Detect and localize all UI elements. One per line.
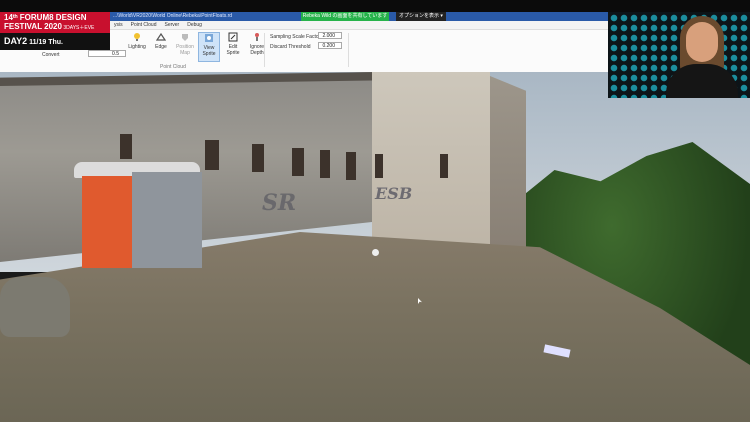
sampling-scale-label: Sampling Scale Factor xyxy=(270,34,321,40)
wall-window xyxy=(205,140,219,170)
event-title-line2: FESTIVAL 2020 3DAYS＋EVE xyxy=(4,22,94,31)
screen: ...\World\VR2020\World Online\Rebeka\Poi… xyxy=(0,0,750,422)
discard-threshold-label: Discard Threshold xyxy=(270,44,311,50)
edge-button[interactable]: Edge xyxy=(150,32,172,62)
edge-icon xyxy=(156,32,166,41)
presenter-body xyxy=(666,64,738,98)
graffiti-tag: ESB xyxy=(375,184,413,203)
wall-window xyxy=(252,144,264,172)
position-map-button-label: Position Map xyxy=(176,44,194,56)
menu-item-debug[interactable]: Debug xyxy=(187,21,202,29)
presenter-face xyxy=(686,22,718,62)
edge-button-label: Edge xyxy=(155,44,167,50)
wall-window xyxy=(120,134,132,159)
event-day-label: DAY2 xyxy=(4,36,28,46)
graffiti-tag: SR xyxy=(262,190,297,216)
event-festival-text: FESTIVAL 2020 xyxy=(4,22,62,31)
tower-window xyxy=(440,154,448,178)
fortress-tower xyxy=(372,72,490,257)
edit-sprite-icon xyxy=(228,32,238,42)
edit-sprite-button[interactable]: Edit Sprite xyxy=(222,32,244,62)
wall-window xyxy=(320,150,330,178)
menu-bar: ysis Point Cloud Server Debug xyxy=(110,21,608,30)
ribbon-separator xyxy=(264,33,265,67)
portable-toilet-orange xyxy=(82,176,132,268)
event-badge: 14ᵗʰ FORUM8 DESIGN FESTIVAL 2020 3DAYS＋E… xyxy=(0,12,110,50)
focus-marker xyxy=(372,249,379,256)
view-sprite-icon xyxy=(205,34,213,42)
discard-threshold-input[interactable]: 0.200 xyxy=(318,42,342,49)
top-strip xyxy=(0,0,750,12)
menu-item-server[interactable]: Server xyxy=(164,21,179,29)
wall-window xyxy=(346,152,356,180)
event-day-banner: DAY2 11/19 Thu. xyxy=(0,33,110,50)
view-sprite-button[interactable]: View Sprite xyxy=(198,32,220,62)
tower-window xyxy=(375,154,383,178)
view-sprite-button-label: View Sprite xyxy=(202,45,216,57)
point-cloud-viewport[interactable]: ESB SR xyxy=(0,72,750,422)
window-title-path: ...\World\VR2020\World Online\Rebeka\Poi… xyxy=(113,13,233,19)
wall-window xyxy=(292,148,304,176)
menu-item-point-cloud[interactable]: Point Cloud xyxy=(131,21,157,29)
event-title-line1: 14ᵗʰ FORUM8 DESIGN xyxy=(4,13,87,22)
position-map-button[interactable]: Position Map xyxy=(174,32,196,62)
screen-share-text: Rebeka Wild の画面を共有しています xyxy=(302,13,388,19)
sampling-scale-input[interactable]: 2.000 xyxy=(318,32,342,39)
point-cloud-group-label: Point Cloud xyxy=(160,64,186,70)
event-date-label: 11/19 Thu. xyxy=(27,39,63,46)
menu-item-analysis[interactable]: ysis xyxy=(114,21,123,29)
event-days-text: 3DAYS＋EVE xyxy=(61,25,95,31)
fortress-tower-side xyxy=(490,76,526,261)
lighting-button-label: Lighting xyxy=(128,44,146,50)
options-button[interactable]: オプションを表示 ▾ xyxy=(396,12,446,21)
edit-sprite-button-label: Edit Sprite xyxy=(226,44,240,56)
ignore-depth-button-label: Ignore Depth xyxy=(249,44,265,56)
rock xyxy=(0,277,70,337)
webcam-overlay xyxy=(608,12,750,98)
convert-label: Convert xyxy=(42,52,60,58)
lightbulb-icon xyxy=(134,33,140,41)
lighting-button[interactable]: Lighting xyxy=(126,32,148,62)
portable-toilets xyxy=(72,158,205,270)
presenter-video xyxy=(660,16,744,98)
ignore-depth-icon xyxy=(255,33,259,41)
ribbon-separator-end xyxy=(348,33,349,67)
options-button-label: オプションを表示 ▾ xyxy=(399,13,443,19)
position-map-icon xyxy=(182,34,188,41)
portable-toilet-grey xyxy=(132,172,202,268)
screen-share-banner: Rebeka Wild の画面を共有しています xyxy=(301,12,389,21)
convert-input[interactable]: 0.5 xyxy=(88,50,126,57)
